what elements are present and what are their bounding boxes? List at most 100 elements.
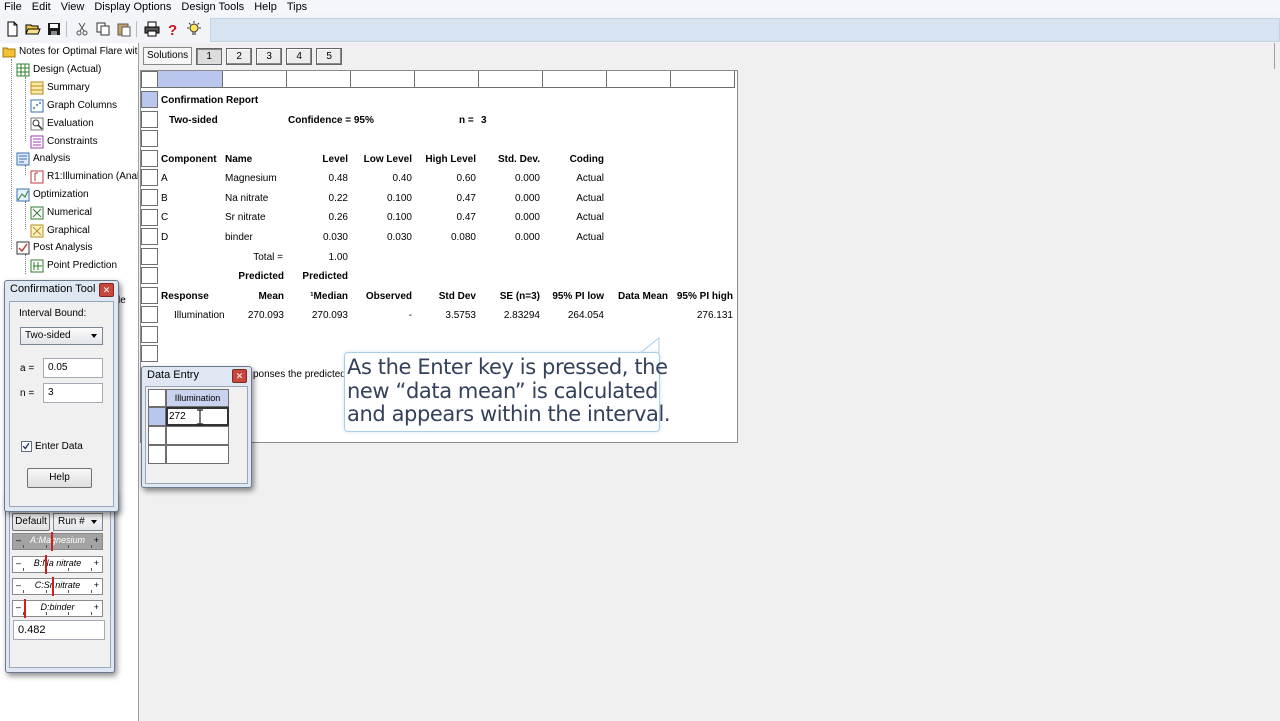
solutions-tabs: Solutions 1 2 3 4 5 bbox=[143, 47, 343, 65]
menu-tips[interactable]: Tips bbox=[282, 0, 312, 14]
n-input[interactable]: 3 bbox=[43, 383, 103, 403]
close-button[interactable]: ✕ bbox=[99, 283, 114, 297]
print-button[interactable] bbox=[143, 20, 161, 38]
menu-design-tools[interactable]: Design Tools bbox=[176, 0, 249, 14]
save-button[interactable] bbox=[45, 20, 63, 38]
factor-slider[interactable]: – B:Na nitrate + bbox=[12, 555, 103, 574]
enter-data-checkbox[interactable] bbox=[21, 441, 32, 452]
data-entry-cell[interactable] bbox=[166, 445, 229, 464]
grid-row-header[interactable] bbox=[141, 345, 158, 362]
solution-tab-1[interactable]: 1 bbox=[196, 47, 223, 65]
factor-value-field[interactable]: 0.482 bbox=[13, 620, 105, 640]
grid-row-header[interactable] bbox=[141, 287, 158, 304]
solution-tab-5[interactable]: 5 bbox=[316, 47, 343, 65]
close-icon: ✕ bbox=[102, 284, 111, 295]
factor-slider[interactable]: – A:Magnesium + bbox=[12, 532, 103, 551]
factor-slider[interactable]: – D:binder + bbox=[12, 599, 103, 618]
menu-edit[interactable]: Edit bbox=[27, 0, 56, 14]
tree-item-design[interactable]: Design (Actual) bbox=[16, 61, 101, 78]
grid-column-header[interactable] bbox=[158, 71, 223, 88]
increase-icon[interactable]: + bbox=[94, 602, 99, 612]
grid-column-header[interactable] bbox=[479, 71, 543, 88]
grid-row-header[interactable] bbox=[141, 169, 158, 186]
grid-column-header[interactable] bbox=[287, 71, 351, 88]
decrease-icon[interactable]: – bbox=[16, 535, 21, 545]
increase-icon[interactable]: + bbox=[94, 535, 99, 545]
alpha-input[interactable]: 0.05 bbox=[43, 358, 103, 378]
grid-column-header[interactable] bbox=[543, 71, 607, 88]
slider-marker[interactable] bbox=[45, 555, 48, 574]
data-entry-row-header[interactable] bbox=[148, 426, 166, 445]
tree-item-r1-illumination[interactable]: R1:Illumination (Anal bbox=[30, 168, 138, 185]
illumination-column-header[interactable]: Illumination bbox=[166, 389, 229, 407]
data-entry-cell[interactable] bbox=[166, 426, 229, 445]
response-icon bbox=[30, 170, 44, 183]
grid-column-header[interactable] bbox=[607, 71, 671, 88]
tree-item-summary[interactable]: Summary bbox=[30, 79, 90, 96]
tree-item-constraints[interactable]: Constraints bbox=[30, 133, 98, 150]
run-number-dropdown[interactable]: Run # bbox=[53, 513, 103, 531]
tree-item-evaluation[interactable]: Evaluation bbox=[30, 115, 94, 132]
response-se: 2.83294 bbox=[503, 310, 540, 321]
grid-column-header[interactable] bbox=[223, 71, 287, 88]
low-level-header: Low Level bbox=[363, 154, 412, 165]
factor-slider[interactable]: – C:Sr nitrate + bbox=[12, 577, 103, 596]
tree-item-post-analysis[interactable]: Post Analysis bbox=[16, 239, 92, 256]
grid-row-header[interactable] bbox=[141, 209, 158, 226]
total-label: Total = bbox=[253, 252, 283, 263]
grid-row-header[interactable] bbox=[141, 130, 158, 147]
decrease-icon[interactable]: – bbox=[16, 602, 21, 612]
tree-item-graph-columns[interactable]: Graph Columns bbox=[30, 97, 117, 114]
increase-icon[interactable]: + bbox=[94, 580, 99, 590]
cut-button[interactable] bbox=[73, 20, 91, 38]
decrease-icon[interactable]: – bbox=[16, 558, 21, 568]
grid-row-header[interactable] bbox=[141, 111, 158, 128]
open-button[interactable] bbox=[24, 20, 42, 38]
solution-tab-4[interactable]: 4 bbox=[286, 47, 313, 65]
solution-tab-3[interactable]: 3 bbox=[256, 47, 283, 65]
tree-item-notes[interactable]: Notes for Optimal Flare wit bbox=[2, 43, 137, 60]
grid-row-header[interactable] bbox=[141, 189, 158, 206]
grid-row-header[interactable] bbox=[141, 91, 158, 108]
tree-item-point-prediction[interactable]: Point Prediction bbox=[30, 257, 117, 274]
tree-item-analysis[interactable]: Analysis bbox=[16, 150, 70, 167]
slider-marker[interactable] bbox=[52, 577, 55, 596]
new-file-button[interactable] bbox=[3, 20, 21, 38]
menu-view[interactable]: View bbox=[56, 0, 90, 14]
tip-button[interactable] bbox=[185, 20, 203, 38]
component-high: 0.47 bbox=[456, 193, 476, 204]
help-button[interactable]: Help bbox=[27, 468, 92, 488]
slider-ticks bbox=[23, 568, 92, 571]
grid-corner[interactable] bbox=[141, 71, 158, 88]
menu-display-options[interactable]: Display Options bbox=[89, 0, 176, 14]
grid-row-header[interactable] bbox=[141, 150, 158, 167]
data-entry-row-header[interactable] bbox=[148, 407, 166, 426]
factor-slider-label: D:binder bbox=[40, 602, 75, 612]
grid-row-header[interactable] bbox=[141, 306, 158, 323]
grid-row-header[interactable] bbox=[141, 248, 158, 265]
menu-help[interactable]: Help bbox=[249, 0, 282, 14]
grid-column-header[interactable] bbox=[351, 71, 415, 88]
solution-tab-2[interactable]: 2 bbox=[226, 47, 253, 65]
data-entry-row-header[interactable] bbox=[148, 445, 166, 464]
grid-row-header[interactable] bbox=[141, 267, 158, 284]
tree-item-graphical[interactable]: Graphical bbox=[30, 222, 90, 239]
grid-row-header[interactable] bbox=[141, 228, 158, 245]
default-button[interactable]: Default bbox=[12, 513, 50, 531]
decrease-icon[interactable]: – bbox=[16, 580, 21, 590]
help-button[interactable]: ? bbox=[164, 20, 182, 38]
grid-column-header[interactable] bbox=[415, 71, 479, 88]
close-button[interactable]: ✕ bbox=[232, 369, 247, 383]
menu-bar: File Edit View Display Options Design To… bbox=[0, 0, 1280, 14]
increase-icon[interactable]: + bbox=[94, 558, 99, 568]
grid-column-header[interactable] bbox=[671, 71, 735, 88]
interval-bound-dropdown[interactable]: Two-sided bbox=[20, 327, 103, 345]
menu-file[interactable]: File bbox=[0, 0, 27, 14]
slider-marker[interactable] bbox=[24, 599, 26, 618]
tree-item-numerical[interactable]: Numerical bbox=[30, 204, 92, 221]
copy-button[interactable] bbox=[94, 20, 112, 38]
slider-marker[interactable] bbox=[50, 532, 53, 551]
grid-row-header[interactable] bbox=[141, 326, 158, 343]
paste-button[interactable] bbox=[115, 20, 133, 38]
tree-item-optimization[interactable]: Optimization bbox=[16, 186, 89, 203]
